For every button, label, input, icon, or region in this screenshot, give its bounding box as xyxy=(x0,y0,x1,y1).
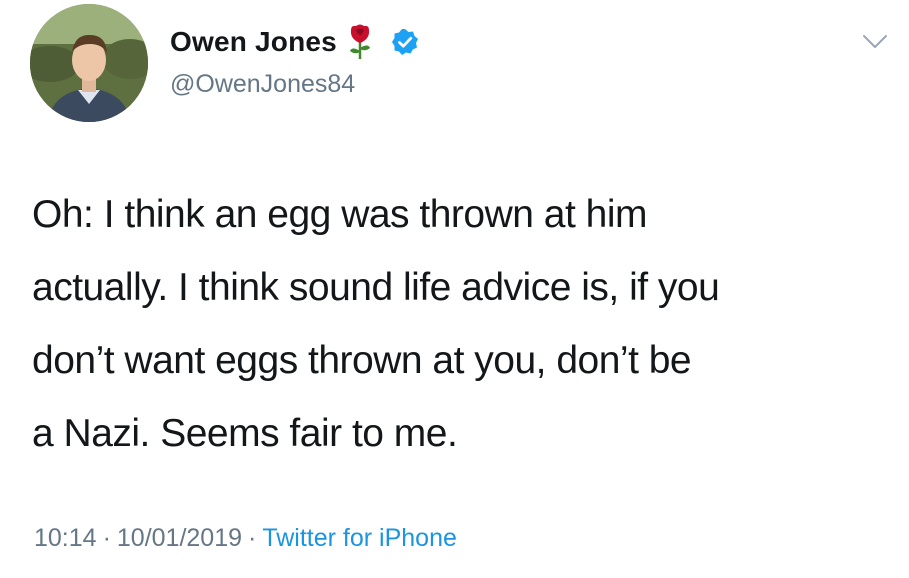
meta-separator: · xyxy=(248,524,257,552)
verified-badge-icon xyxy=(391,28,419,56)
chevron-down-icon[interactable] xyxy=(860,32,890,52)
tweet-time[interactable]: 10:14 xyxy=(34,524,97,552)
avatar-photo xyxy=(30,4,148,122)
author-handle[interactable]: @OwenJones84 xyxy=(170,70,355,99)
tweet-source-link[interactable]: Twitter for iPhone xyxy=(262,524,457,552)
tweet-text: Oh: I think an egg was thrown at him act… xyxy=(32,178,892,470)
tweet-text-line: Oh: I think an egg was thrown at him xyxy=(32,193,648,236)
author-name-row[interactable]: Owen Jones xyxy=(170,22,419,62)
rose-icon xyxy=(347,24,373,60)
tweet-text-line: actually. I think sound life advice is, … xyxy=(32,266,720,309)
tweet-text-line: don’t want eggs thrown at you, don’t be xyxy=(32,339,692,382)
tweet-text-line: a Nazi. Seems fair to me. xyxy=(32,412,458,455)
tweet-card: Owen Jones @OwenJones84 Oh: I think an e… xyxy=(0,0,909,578)
display-name[interactable]: Owen Jones xyxy=(170,26,337,58)
tweet-date[interactable]: 10/01/2019 xyxy=(117,524,242,552)
tweet-meta: 10:14 · 10/01/2019 · Twitter for iPhone xyxy=(34,524,457,553)
meta-separator: · xyxy=(102,524,111,552)
avatar[interactable] xyxy=(30,4,148,122)
